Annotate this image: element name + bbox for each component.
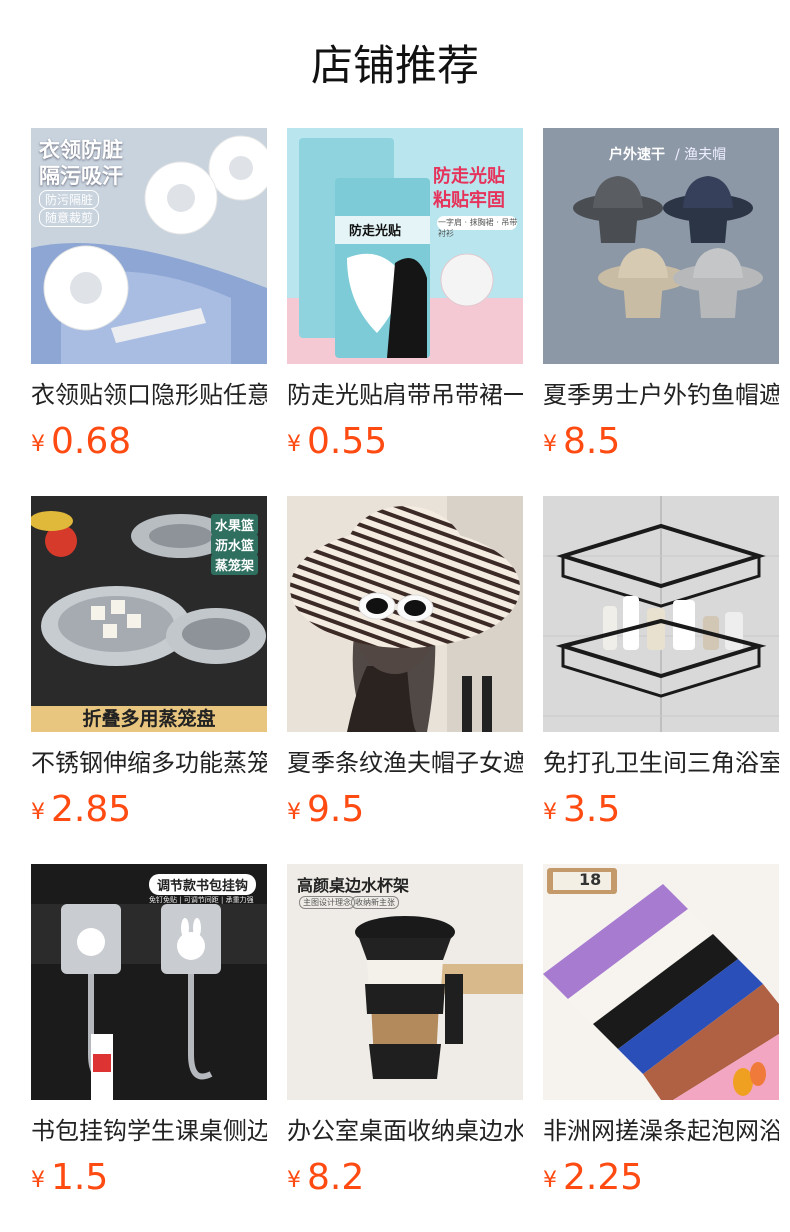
image-caption: 防走光贴: [433, 166, 505, 187]
price-value: 8.5: [563, 421, 621, 462]
product-name[interactable]: 防走光贴肩带吊带裙一字肩: [287, 380, 523, 410]
product-card-anti-slip-tape[interactable]: 防走光贴 粘贴牢固 防走光贴 一字肩 · 抹胸裙 · 吊带衬衫 防走光贴肩带吊带…: [287, 128, 523, 468]
price-value: 0.55: [307, 421, 388, 462]
page-title: 店铺推荐: [310, 41, 479, 90]
product-image-anti-slip-tape[interactable]: 防走光贴 粘贴牢固 防走光贴 一字肩 · 抹胸裙 · 吊带衬衫: [287, 128, 523, 364]
price-value: 3.5: [563, 789, 621, 830]
product-name[interactable]: 夏季男士户外钓鱼帽遮阳渔夫帽: [543, 380, 779, 410]
product-image-fishing-hat[interactable]: 户外速干 / 渔夫帽: [543, 128, 779, 364]
image-caption: 隔污吸汗: [39, 164, 123, 188]
image-tag: 防污隔脏: [39, 190, 100, 209]
product-name[interactable]: 夏季条纹渔夫帽子女遮阳帽: [287, 748, 523, 778]
image-caption: 粘贴牢固: [433, 190, 505, 211]
image-tag: 收纳新主张: [351, 896, 399, 909]
product-card-collar-pad[interactable]: 衣领防脏 隔污吸汗 防污隔脏 随意裁剪 衣领贴领口隐形贴任意裁剪 ¥0.68: [31, 128, 267, 468]
price-value: 2.85: [51, 789, 132, 830]
product-card-cup-holder[interactable]: 高颜桌边水杯架 主图设计理念 收纳新主张 办公室桌面收纳桌边水杯架 ¥8.2: [287, 864, 523, 1204]
product-image-cup-holder[interactable]: 高颜桌边水杯架 主图设计理念 收纳新主张: [287, 864, 523, 1100]
product-image-striped-bucket-hat[interactable]: [287, 496, 523, 732]
package-label: 防走光贴: [349, 224, 402, 239]
image-caption: / 渔夫帽: [675, 147, 727, 163]
currency-symbol: ¥: [31, 1168, 45, 1193]
price-value: 2.25: [563, 1157, 644, 1198]
product-name[interactable]: 不锈钢伸缩多功能蒸笼盘: [31, 748, 267, 778]
price-value: 0.68: [51, 421, 132, 462]
product-name[interactable]: 非洲网搓澡条起泡网浴巾: [543, 1116, 779, 1146]
product-price: ¥8.5: [543, 422, 779, 468]
product-card-fishing-hat[interactable]: 户外速干 / 渔夫帽 夏季男士户外钓鱼帽遮阳渔夫帽 ¥8.5: [543, 128, 779, 468]
product-name[interactable]: 衣领贴领口隐形贴任意裁剪: [31, 380, 267, 410]
product-price: ¥2.25: [543, 1158, 779, 1204]
currency-symbol: ¥: [543, 1168, 557, 1193]
product-card-bath-net[interactable]: 18 非洲网搓澡条起泡网浴巾 ¥2.25: [543, 864, 779, 1204]
product-image-steamer-basket[interactable]: 水果篮 沥水篮 蒸笼架 折叠多用蒸笼盘: [31, 496, 267, 732]
image-tag: 随意裁剪: [39, 208, 100, 227]
image-caption: 高颜桌边水杯架: [297, 876, 410, 895]
image-banner: 折叠多用蒸笼盘: [82, 708, 216, 730]
product-image-corner-shelf[interactable]: [543, 496, 779, 732]
calendar-number: 18: [579, 870, 602, 889]
product-card-steamer-basket[interactable]: 水果篮 沥水篮 蒸笼架 折叠多用蒸笼盘 不锈钢伸缩多功能蒸笼盘 ¥2.85: [31, 496, 267, 836]
product-image-bag-hook[interactable]: 调节款书包挂钩 免钉免贴 | 可调节间距 | 承重力强: [31, 864, 267, 1100]
image-caption: 免钉免贴 | 可调节间距 | 承重力强: [149, 896, 254, 904]
currency-symbol: ¥: [287, 800, 301, 825]
product-price: ¥2.85: [31, 790, 267, 836]
image-tag: 沥水篮: [211, 534, 259, 555]
product-price: ¥1.5: [31, 1158, 267, 1204]
currency-symbol: ¥: [31, 432, 45, 457]
product-price: ¥8.2: [287, 1158, 523, 1204]
image-tag: 水果篮: [211, 514, 259, 535]
price-value: 8.2: [307, 1157, 365, 1198]
currency-symbol: ¥: [543, 800, 557, 825]
image-tag: 主图设计理念: [299, 896, 355, 909]
product-name[interactable]: 书包挂钩学生课桌侧边挂钩: [31, 1116, 267, 1146]
image-caption: 户外速干: [609, 147, 665, 163]
product-price: ¥9.5: [287, 790, 523, 836]
product-card-bag-hook[interactable]: 调节款书包挂钩 免钉免贴 | 可调节间距 | 承重力强 书包挂钩学生课桌侧边挂钩…: [31, 864, 267, 1204]
image-caption: 调节款书包挂钩: [149, 874, 257, 895]
currency-symbol: ¥: [543, 432, 557, 457]
currency-symbol: ¥: [31, 800, 45, 825]
product-price: ¥0.55: [287, 422, 523, 468]
product-name[interactable]: 办公室桌面收纳桌边水杯架: [287, 1116, 523, 1146]
price-value: 1.5: [51, 1157, 109, 1198]
currency-symbol: ¥: [287, 432, 301, 457]
price-value: 9.5: [307, 789, 365, 830]
product-image-bath-net[interactable]: 18: [543, 864, 779, 1100]
product-name[interactable]: 免打孔卫生间三角浴室置物架: [543, 748, 779, 778]
product-card-striped-bucket-hat[interactable]: 夏季条纹渔夫帽子女遮阳帽 ¥9.5: [287, 496, 523, 836]
product-price: ¥3.5: [543, 790, 779, 836]
product-card-corner-shelf[interactable]: 免打孔卫生间三角浴室置物架 ¥3.5: [543, 496, 779, 836]
product-price: ¥0.68: [31, 422, 267, 468]
currency-symbol: ¥: [287, 1168, 301, 1193]
image-tag: 一字肩 · 抹胸裙 · 吊带衬衫: [438, 218, 518, 238]
product-image-collar-pad[interactable]: 衣领防脏 隔污吸汗 防污隔脏 随意裁剪: [31, 128, 267, 364]
image-tag: 蒸笼架: [211, 554, 259, 575]
